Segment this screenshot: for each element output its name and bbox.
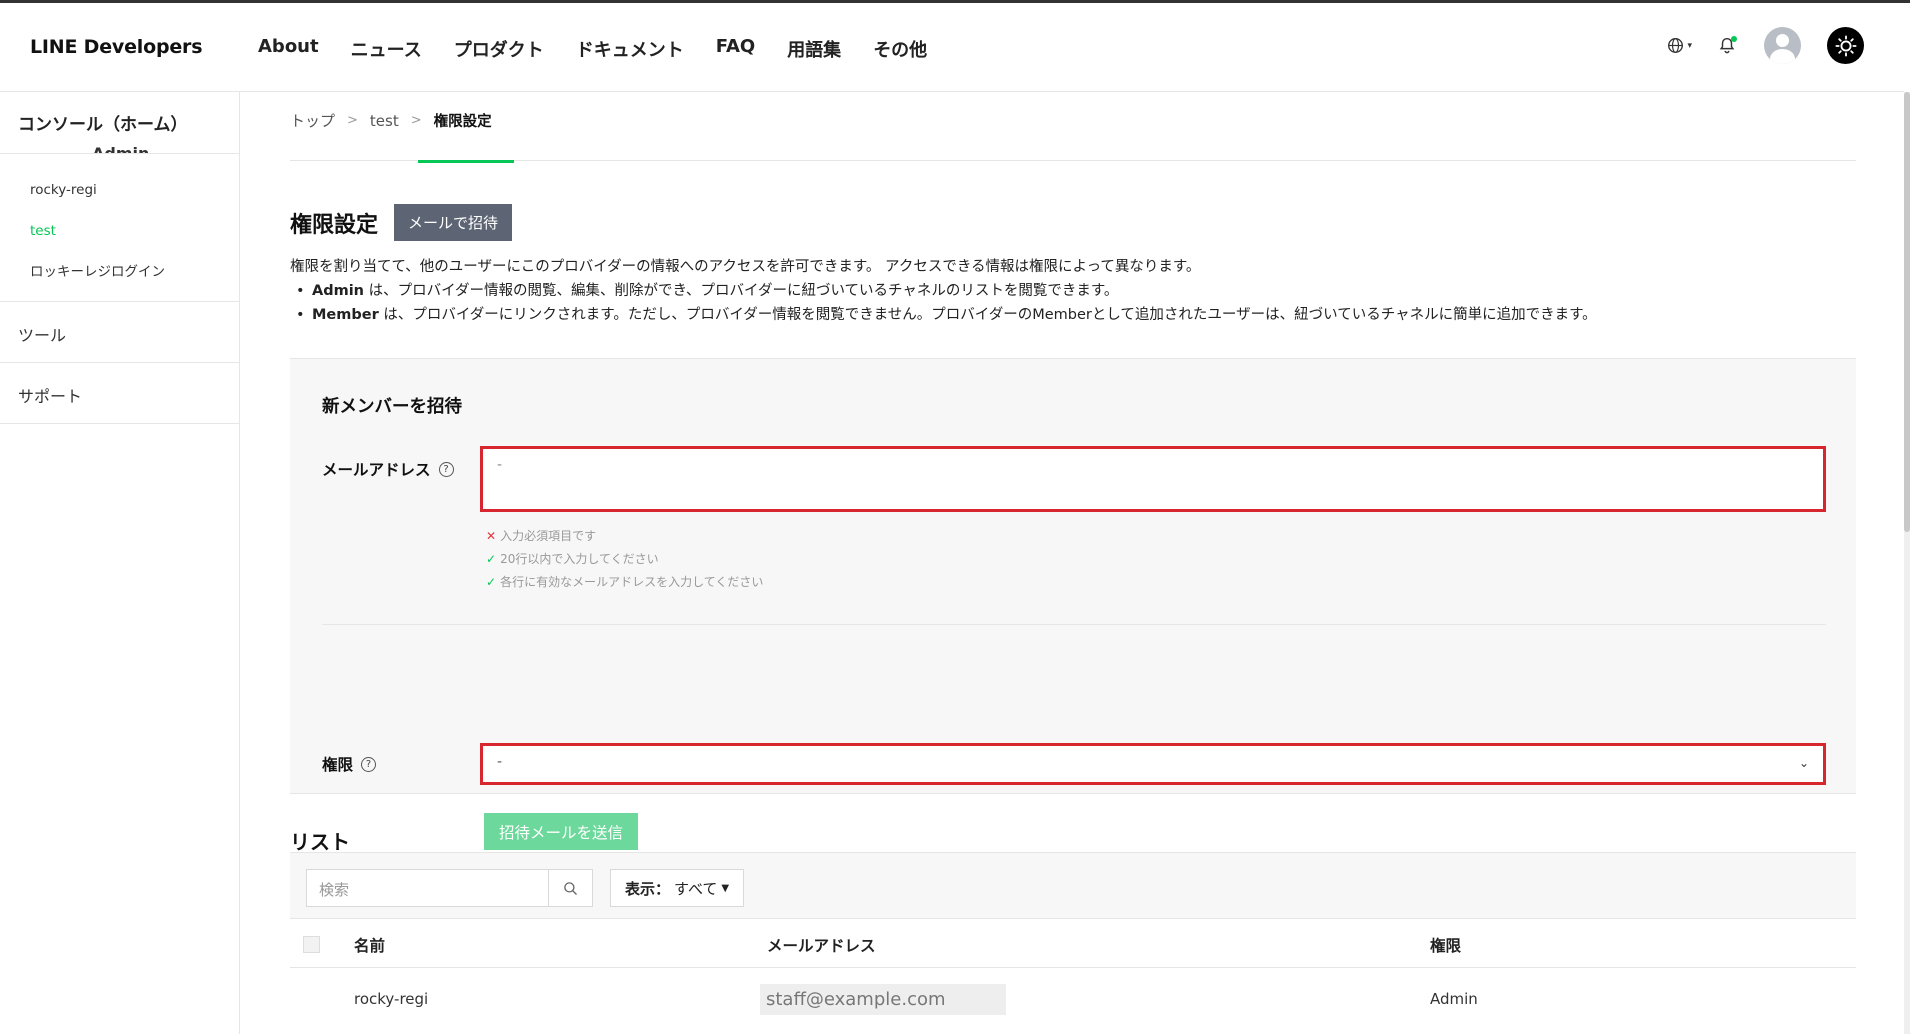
- user-avatar[interactable]: [1764, 27, 1801, 64]
- nav-more[interactable]: その他: [873, 36, 927, 62]
- notification-dot: [1731, 35, 1737, 42]
- sidebar-section-tools[interactable]: ツール: [0, 302, 239, 363]
- language-selector[interactable]: ▾: [1667, 37, 1692, 54]
- column-name[interactable]: 名前: [354, 934, 385, 956]
- nav-documents[interactable]: ドキュメント: [576, 36, 684, 62]
- help-icon[interactable]: ?: [361, 756, 377, 772]
- chevron-right-icon: >: [347, 113, 358, 128]
- email-label: メールアドレス ?: [322, 458, 454, 480]
- nav-news[interactable]: ニュース: [351, 36, 422, 62]
- role-member-text: は、プロバイダーにリンクされます。ただし、プロバイダー情報を閲覧できません。プロ…: [378, 307, 1597, 323]
- title-row: 権限設定 メールで招待: [290, 204, 513, 241]
- search-input[interactable]: 検索: [307, 870, 549, 906]
- rule-max-lines: ✓ 20行以内で入力してください: [486, 548, 763, 571]
- breadcrumb-provider[interactable]: test: [370, 112, 399, 130]
- permission-label-text: 権限: [322, 756, 354, 774]
- page-scrollbar[interactable]: [1904, 92, 1910, 1034]
- page-description: 権限を割り当てて、他のユーザーにこのプロバイダーの情報へのアクセスを許可できます…: [290, 255, 1856, 327]
- column-permission[interactable]: 権限: [1430, 934, 1461, 956]
- cross-icon: ✕: [486, 529, 497, 543]
- list-title: リスト: [290, 830, 350, 854]
- description-text: 権限を割り当てて、他のユーザーにこのプロバイダーの情報へのアクセスを許可できます…: [290, 259, 1201, 275]
- notification-button[interactable]: [1718, 35, 1738, 56]
- caret-down-icon: ▼: [721, 882, 730, 894]
- rule-max-lines-text: 20行以内で入力してください: [500, 552, 659, 566]
- role-admin-item: Admin は、プロバイダー情報の閲覧、編集、削除ができ、プロバイダーに紐づいて…: [290, 279, 1856, 303]
- sidebar-item-rocky-login[interactable]: ロッキーレジログイン: [0, 252, 239, 293]
- chevron-down-icon: ⌄: [1798, 756, 1809, 770]
- search-button[interactable]: [549, 870, 592, 906]
- top-header: LINE Developers About ニュース プロダクト ドキュメント …: [0, 3, 1904, 92]
- sidebar-console-home[interactable]: コンソール（ホーム） Admin: [0, 92, 239, 154]
- nav-glossary[interactable]: 用語集: [787, 36, 841, 62]
- table-row[interactable]: rocky-regi staff@example.com Admin: [290, 968, 1856, 1028]
- filter-value: すべて: [674, 879, 718, 898]
- check-icon: ✓: [486, 575, 497, 589]
- rule-valid-email: ✓ 各行に有効なメールアドレスを入力してください: [486, 571, 763, 594]
- permission-select[interactable]: - ⌄: [480, 743, 1826, 785]
- caret-down-icon: ▾: [1687, 40, 1692, 51]
- sun-icon: [1834, 34, 1857, 57]
- header-icons: ▾: [1667, 27, 1864, 64]
- display-filter-dropdown[interactable]: 表示： すべて ▼: [610, 869, 745, 907]
- row-email: staff@example.com: [760, 984, 1006, 1015]
- search-box: 検索: [306, 869, 593, 907]
- rule-required: ✕ 入力必須項目です: [486, 525, 763, 548]
- invite-panel-title: 新メンバーを招待: [322, 397, 462, 417]
- sidebar-item-rocky-regi[interactable]: rocky-regi: [0, 170, 239, 211]
- column-email[interactable]: メールアドレス: [767, 934, 876, 956]
- permission-select-value: -: [497, 754, 503, 770]
- globe-icon: [1668, 38, 1684, 53]
- role-member-item: Member は、プロバイダーにリンクされます。ただし、プロバイダー情報を閲覧で…: [290, 303, 1856, 327]
- sidebar-item-test[interactable]: test: [0, 211, 239, 252]
- theme-toggle[interactable]: [1827, 27, 1864, 64]
- row-name: rocky-regi: [354, 990, 429, 1008]
- sidebar-provider-list: rocky-regi test ロッキーレジログイン: [0, 154, 239, 302]
- scrollbar-thumb[interactable]: [1904, 92, 1910, 532]
- rule-valid-email-text: 各行に有効なメールアドレスを入力してください: [500, 575, 764, 589]
- sidebar-home-label: コンソール（ホーム）: [18, 115, 188, 135]
- rule-required-text: 入力必須項目です: [500, 529, 597, 543]
- page-title: 権限設定: [290, 212, 379, 238]
- chevron-right-icon: >: [410, 113, 422, 128]
- email-textarea[interactable]: -: [480, 446, 1826, 512]
- help-icon[interactable]: ?: [438, 461, 454, 477]
- tab-active-indicator[interactable]: [418, 160, 514, 163]
- main-nav: About ニュース プロダクト ドキュメント FAQ 用語集 その他: [258, 36, 927, 62]
- role-admin-text: は、プロバイダー情報の閲覧、編集、削除ができ、プロバイダーに紐づいているチャネル…: [364, 283, 1119, 299]
- sidebar-section-support[interactable]: サポート: [0, 363, 239, 424]
- breadcrumb-top[interactable]: トップ: [290, 110, 335, 131]
- search-icon: [564, 881, 577, 895]
- role-admin-name: Admin: [312, 283, 365, 299]
- invite-by-email-button[interactable]: メールで招待: [394, 204, 513, 241]
- panel-divider: [322, 624, 1826, 625]
- email-validation-rules: ✕ 入力必須項目です ✓ 20行以内で入力してください ✓ 各行に有効なメールアドレス…: [486, 525, 763, 594]
- nav-faq[interactable]: FAQ: [716, 36, 755, 62]
- role-member-name: Member: [312, 307, 379, 323]
- sidebar: コンソール（ホーム） Admin rocky-regi test ロッキーレジロ…: [0, 92, 240, 1034]
- row-permission: Admin: [1430, 990, 1478, 1008]
- select-all-checkbox[interactable]: [303, 936, 320, 953]
- email-label-text: メールアドレス: [322, 461, 431, 479]
- breadcrumb: トップ > test > 権限設定: [290, 110, 492, 131]
- breadcrumb-current: 権限設定: [433, 114, 492, 130]
- list-toolbar: 検索 表示： すべて ▼: [290, 853, 1856, 918]
- tab-bar: [290, 160, 1856, 163]
- nav-products[interactable]: プロダクト: [454, 36, 544, 62]
- nav-about[interactable]: About: [258, 36, 319, 62]
- table-header: 名前 メールアドレス 権限: [290, 918, 1856, 968]
- check-icon: ✓: [486, 552, 497, 566]
- permission-label: 権限 ?: [322, 753, 377, 775]
- invite-panel: 新メンバーを招待 メールアドレス ? - ✕ 入力必須項目です ✓ 20行以内で入力…: [290, 358, 1856, 850]
- send-invite-button[interactable]: 招待メールを送信: [484, 813, 638, 850]
- sidebar-cut-label: Admin: [92, 144, 150, 154]
- filter-label: 表示：: [625, 879, 671, 898]
- role-list: Admin は、プロバイダー情報の閲覧、編集、削除ができ、プロバイダーに紐づいて…: [290, 279, 1856, 327]
- site-logo[interactable]: LINE Developers: [30, 36, 203, 58]
